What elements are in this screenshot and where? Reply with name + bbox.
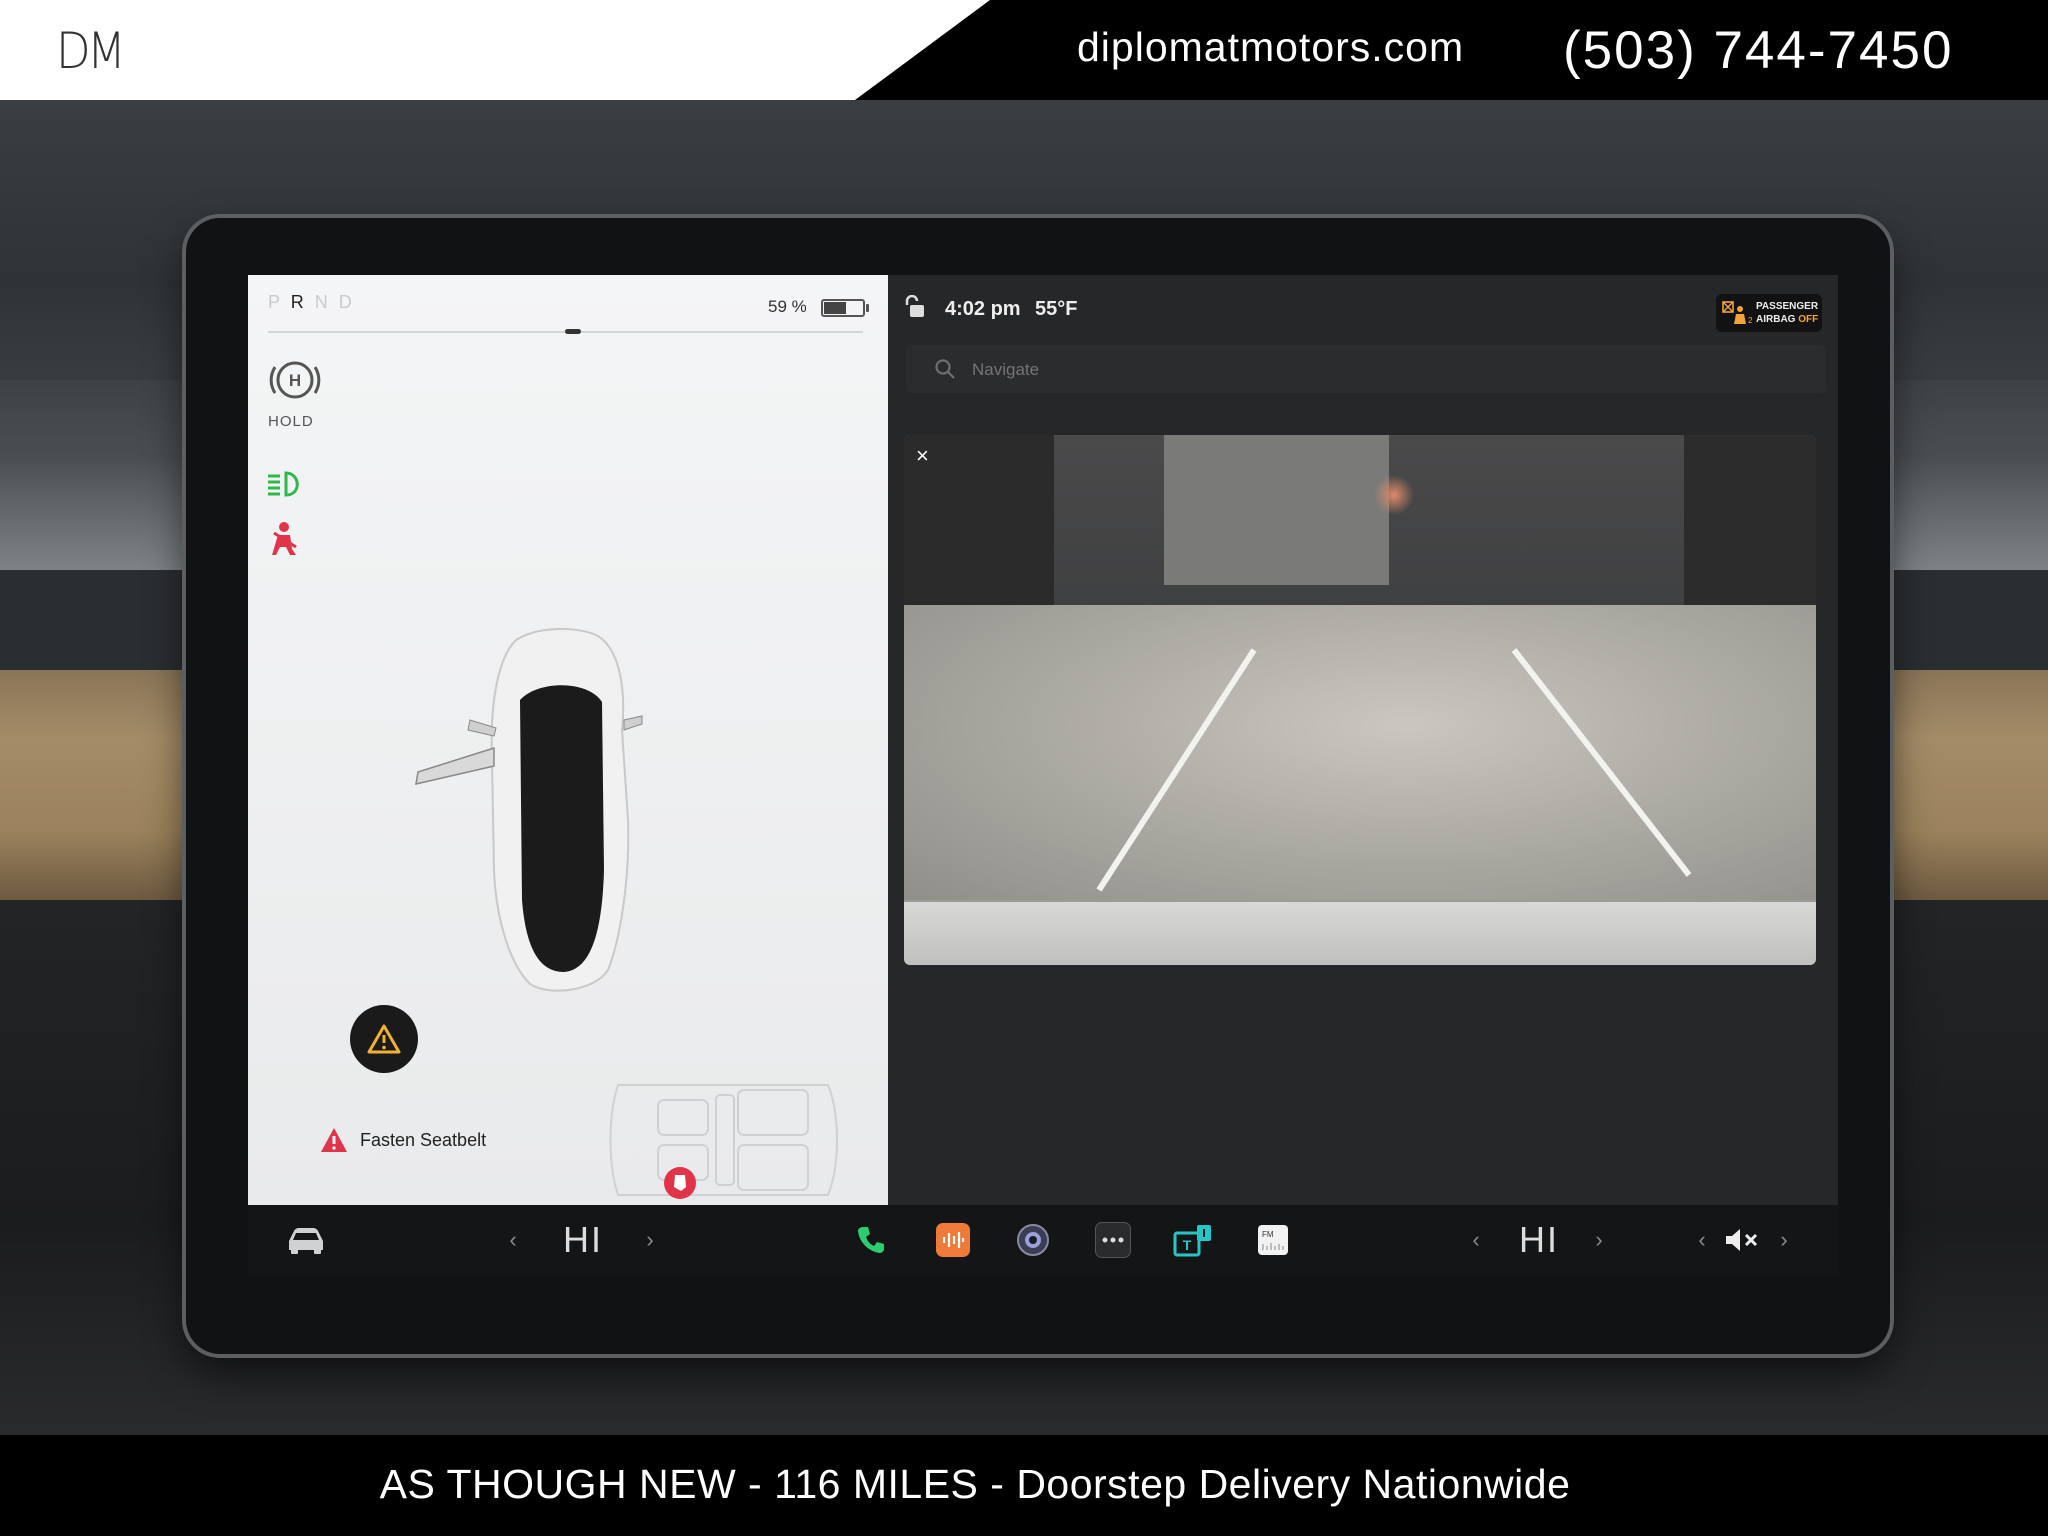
alert-triangle-icon bbox=[321, 1128, 347, 1152]
more-icon bbox=[1095, 1222, 1131, 1258]
touchscreen: P R N D 59 % H HOLD Fasten Seatbelt 4:02… bbox=[248, 275, 1838, 1275]
navigate-bar[interactable] bbox=[906, 345, 1826, 393]
gear-selector: P R N D bbox=[268, 292, 355, 313]
search-icon bbox=[935, 359, 955, 379]
camera-rear-bumper bbox=[904, 900, 1816, 965]
status-bar: 4:02 pm 55°F 2 PASSENGER AIRBAG OFF bbox=[888, 275, 1838, 335]
dealer-phone[interactable]: (503) 744-7450 bbox=[1563, 20, 1953, 81]
radio-app[interactable]: FM bbox=[1248, 1205, 1298, 1275]
gear-n: N bbox=[314, 292, 331, 312]
more-apps[interactable] bbox=[1088, 1205, 1138, 1275]
audio-app[interactable] bbox=[928, 1205, 978, 1275]
airbag-label-1: PASSENGER bbox=[1756, 301, 1819, 312]
passenger-airbag-status: 2 PASSENGER AIRBAG OFF bbox=[1716, 294, 1822, 332]
camera-icon bbox=[1017, 1224, 1049, 1256]
volume-down[interactable]: ‹ bbox=[1693, 1205, 1711, 1275]
toybox-app[interactable]: T bbox=[1168, 1205, 1218, 1275]
unlock-icon[interactable] bbox=[904, 295, 926, 319]
radio-icon: FM bbox=[1258, 1225, 1288, 1255]
toybox-icon: T bbox=[1173, 1225, 1211, 1257]
airbag-label-2: AIRBAG OFF bbox=[1756, 314, 1818, 325]
gear-p: P bbox=[268, 292, 283, 312]
driver-temp-down[interactable]: ‹ bbox=[503, 1205, 523, 1275]
alert-text: Fasten Seatbelt bbox=[360, 1129, 487, 1150]
passenger-temperature[interactable]: HI bbox=[1504, 1205, 1574, 1275]
car-status-panel: P R N D 59 % H HOLD Fasten Seatbelt bbox=[248, 275, 888, 1205]
warning-icon bbox=[367, 1024, 401, 1054]
dealer-footer: AS THOUGH NEW - 116 MILES - Doorstep Del… bbox=[0, 1435, 2048, 1536]
svg-text:H: H bbox=[289, 371, 301, 390]
phone-icon bbox=[858, 1227, 884, 1253]
volume-button[interactable] bbox=[1718, 1205, 1768, 1275]
hold-icon: H bbox=[269, 361, 321, 399]
car-icon bbox=[289, 1228, 323, 1254]
parking-lines bbox=[1096, 648, 1692, 892]
svg-text:2: 2 bbox=[1748, 316, 1752, 325]
seatbelt-warning-icon bbox=[272, 522, 297, 555]
mute-icon bbox=[1726, 1229, 1758, 1251]
driver-temp-up[interactable]: › bbox=[640, 1205, 660, 1275]
car-top-view bbox=[415, 628, 643, 992]
dealer-header: DM diplomatmotors.com (503) 744-7450 bbox=[0, 0, 2048, 100]
battery-icon bbox=[821, 299, 869, 317]
car-settings-button[interactable] bbox=[276, 1205, 336, 1275]
seatbelt-alert: Fasten Seatbelt bbox=[320, 1127, 486, 1153]
headlight-icon bbox=[268, 471, 299, 497]
close-icon[interactable]: × bbox=[916, 443, 929, 469]
hazard-warning-button[interactable] bbox=[350, 1005, 418, 1073]
audio-icon bbox=[936, 1223, 970, 1257]
bottom-dock: ‹ HI › T FM ‹ HI › ‹ › bbox=[248, 1205, 1838, 1275]
dealer-logo: DM bbox=[56, 22, 126, 80]
airbag-off-icon: 2 bbox=[1722, 301, 1752, 325]
dealer-tagline: AS THOUGH NEW - 116 MILES - Doorstep Del… bbox=[379, 1461, 1571, 1507]
gear-d: D bbox=[338, 292, 355, 312]
gear-r: R bbox=[290, 292, 307, 312]
header-white-area bbox=[0, 0, 990, 100]
outside-temperature: 55°F bbox=[1035, 298, 1078, 320]
rear-camera-view[interactable]: × bbox=[904, 435, 1816, 965]
driver-temperature[interactable]: HI bbox=[548, 1205, 618, 1275]
speed-indicator bbox=[565, 329, 581, 334]
svg-text:FM: FM bbox=[1262, 1230, 1274, 1239]
passenger-temp-down[interactable]: ‹ bbox=[1466, 1205, 1486, 1275]
hold-label: HOLD bbox=[268, 413, 314, 430]
battery-percent: 59 % bbox=[768, 297, 807, 316]
svg-text:T: T bbox=[1183, 1237, 1192, 1253]
volume-up[interactable]: › bbox=[1775, 1205, 1793, 1275]
clock: 4:02 pm bbox=[945, 298, 1021, 320]
navigate-input[interactable] bbox=[970, 359, 1374, 381]
airbag-off-state: OFF bbox=[1798, 314, 1819, 325]
camera-app[interactable] bbox=[1008, 1205, 1058, 1275]
passenger-temp-up[interactable]: › bbox=[1589, 1205, 1609, 1275]
seat-occupancy-icon bbox=[609, 1084, 838, 1199]
phone-app[interactable] bbox=[846, 1205, 896, 1275]
dealer-website[interactable]: diplomatmotors.com bbox=[1077, 24, 1464, 71]
airbag-word: AIRBAG bbox=[1756, 314, 1796, 325]
